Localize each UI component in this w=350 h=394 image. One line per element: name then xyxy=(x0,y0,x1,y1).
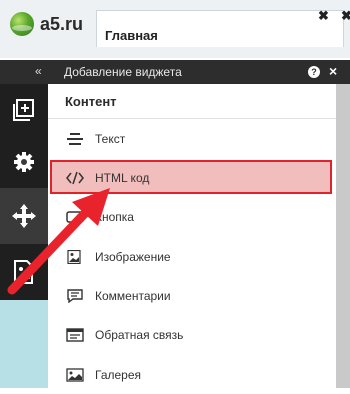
gallery-icon xyxy=(66,368,84,382)
window-close-icon[interactable]: ✖ xyxy=(341,8,350,24)
tab-home[interactable]: Главная xyxy=(96,10,344,47)
widget-item-label: Текст xyxy=(95,132,126,146)
widget-item-label: HTML код xyxy=(95,171,150,185)
widget-item-comments[interactable]: Комментарии xyxy=(48,277,336,315)
logo-text: a5.ru xyxy=(40,14,84,34)
button-icon xyxy=(66,211,84,223)
settings-button[interactable] xyxy=(0,136,48,188)
browser-top-bar: a5.ru Главная ✖ ✖ xyxy=(0,0,350,58)
tab-title: Главная xyxy=(105,28,158,43)
add-widget-button[interactable] xyxy=(0,84,48,136)
help-icon[interactable]: ? xyxy=(308,66,320,78)
section-title: Контент xyxy=(65,94,117,109)
tab-close-icon[interactable]: ✖ xyxy=(318,8,329,24)
feedback-icon xyxy=(66,328,84,342)
widget-item-feedback[interactable]: Обратная связь xyxy=(48,316,336,354)
widget-item-button[interactable]: Кнопка xyxy=(48,198,336,236)
panel-close-button[interactable]: × xyxy=(329,63,337,79)
gear-icon xyxy=(14,152,34,172)
comment-icon xyxy=(67,289,83,303)
widget-item-label: Галерея xyxy=(95,368,142,382)
code-icon xyxy=(66,171,84,185)
logo-globe-icon xyxy=(10,12,34,36)
page-canvas-area xyxy=(0,300,48,388)
widget-item-text[interactable]: Текст xyxy=(48,120,336,158)
move-icon xyxy=(12,204,36,228)
widget-panel-header: « Добавление виджета ? × xyxy=(0,60,350,84)
left-toolbar xyxy=(0,84,48,300)
image-settings-icon xyxy=(14,260,33,284)
add-icon xyxy=(13,99,34,121)
widget-item-label: Комментарии xyxy=(95,289,171,303)
scrollbar[interactable] xyxy=(336,84,350,388)
widget-item-label: Изображение xyxy=(95,250,171,264)
widget-item-image[interactable]: Изображение xyxy=(48,238,336,276)
widget-list-panel: Контент Текст HTML код Кнопка Изображени… xyxy=(48,84,336,388)
move-button[interactable] xyxy=(0,188,48,244)
collapse-panel-button[interactable]: « xyxy=(35,64,42,78)
widget-item-gallery[interactable]: Галерея xyxy=(48,356,336,394)
widget-item-label: Обратная связь xyxy=(95,328,184,342)
panel-title: Добавление виджета xyxy=(64,65,182,79)
image-settings-button[interactable] xyxy=(0,244,48,300)
widget-item-html-code[interactable]: HTML код xyxy=(50,160,332,194)
divider xyxy=(48,118,336,119)
text-icon xyxy=(67,133,83,145)
image-icon xyxy=(67,250,81,264)
widget-item-label: Кнопка xyxy=(95,210,134,224)
